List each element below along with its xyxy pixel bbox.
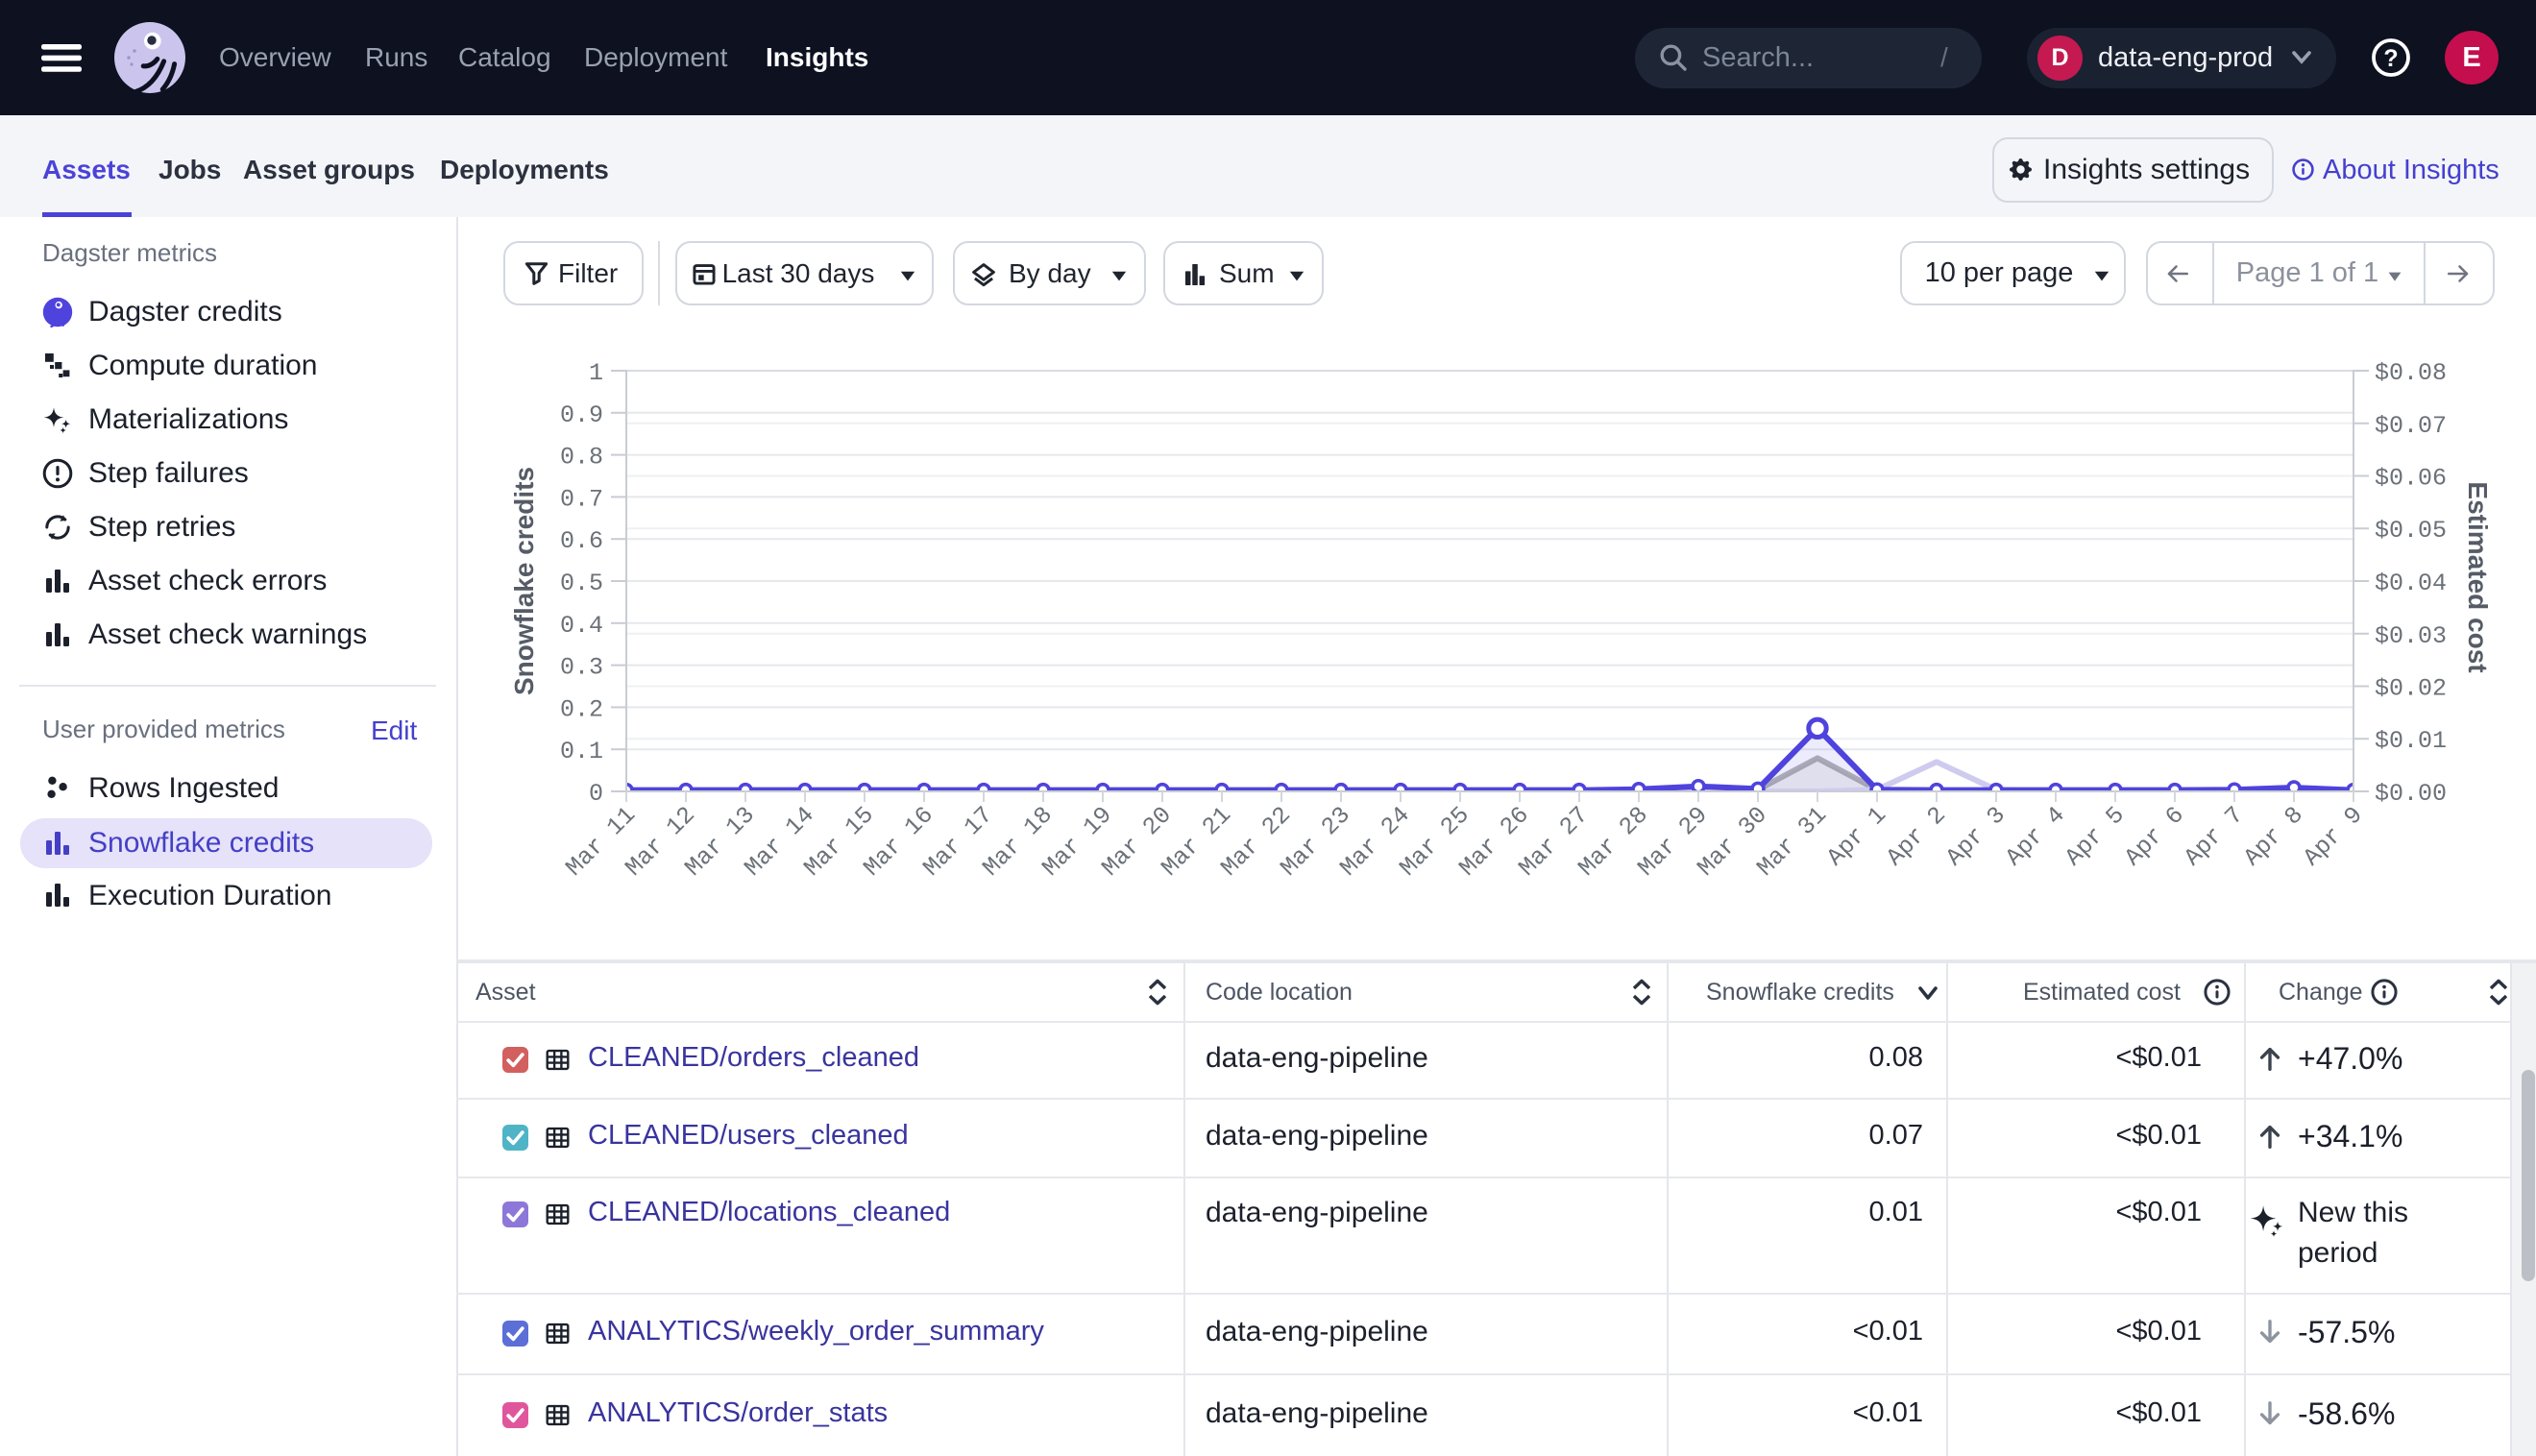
svg-text:0.3: 0.3 <box>560 654 603 682</box>
svg-text:$0.03: $0.03 <box>2375 622 2447 650</box>
svg-text:Apr 3: Apr 3 <box>1940 801 2012 872</box>
svg-text:0: 0 <box>589 780 603 808</box>
svg-text:0.4: 0.4 <box>560 612 603 640</box>
svg-text:0.6: 0.6 <box>560 527 603 555</box>
svg-text:Estimated cost: Estimated cost <box>2463 481 2493 672</box>
svg-text:Apr 7: Apr 7 <box>2179 801 2250 872</box>
svg-text:$0.04: $0.04 <box>2375 570 2447 597</box>
svg-text:0.8: 0.8 <box>560 444 603 472</box>
svg-text:$0.06: $0.06 <box>2375 465 2447 493</box>
svg-text:Apr 9: Apr 9 <box>2298 801 2369 872</box>
svg-text:Apr 4: Apr 4 <box>2000 801 2071 872</box>
svg-text:1: 1 <box>589 359 603 387</box>
svg-text:$0.05: $0.05 <box>2375 517 2447 545</box>
svg-text:$0.01: $0.01 <box>2375 727 2447 755</box>
svg-text:?: ? <box>2383 45 2398 72</box>
svg-text:$0.08: $0.08 <box>2375 359 2447 387</box>
svg-text:0.1: 0.1 <box>560 738 603 765</box>
svg-text:0.2: 0.2 <box>560 695 603 723</box>
svg-text:0.9: 0.9 <box>560 401 603 429</box>
svg-text:$0.02: $0.02 <box>2375 675 2447 703</box>
svg-text:Apr 1: Apr 1 <box>1821 801 1892 872</box>
svg-text:0.5: 0.5 <box>560 570 603 597</box>
svg-text:$0.00: $0.00 <box>2375 780 2447 808</box>
svg-text:0.7: 0.7 <box>560 485 603 513</box>
svg-text:Snowflake credits: Snowflake credits <box>509 467 539 695</box>
svg-text:Apr 2: Apr 2 <box>1881 801 1952 872</box>
svg-text:$0.07: $0.07 <box>2375 412 2447 440</box>
svg-text:Apr 8: Apr 8 <box>2238 801 2309 872</box>
svg-text:Apr 5: Apr 5 <box>2060 801 2131 872</box>
svg-text:Apr 6: Apr 6 <box>2119 801 2190 872</box>
